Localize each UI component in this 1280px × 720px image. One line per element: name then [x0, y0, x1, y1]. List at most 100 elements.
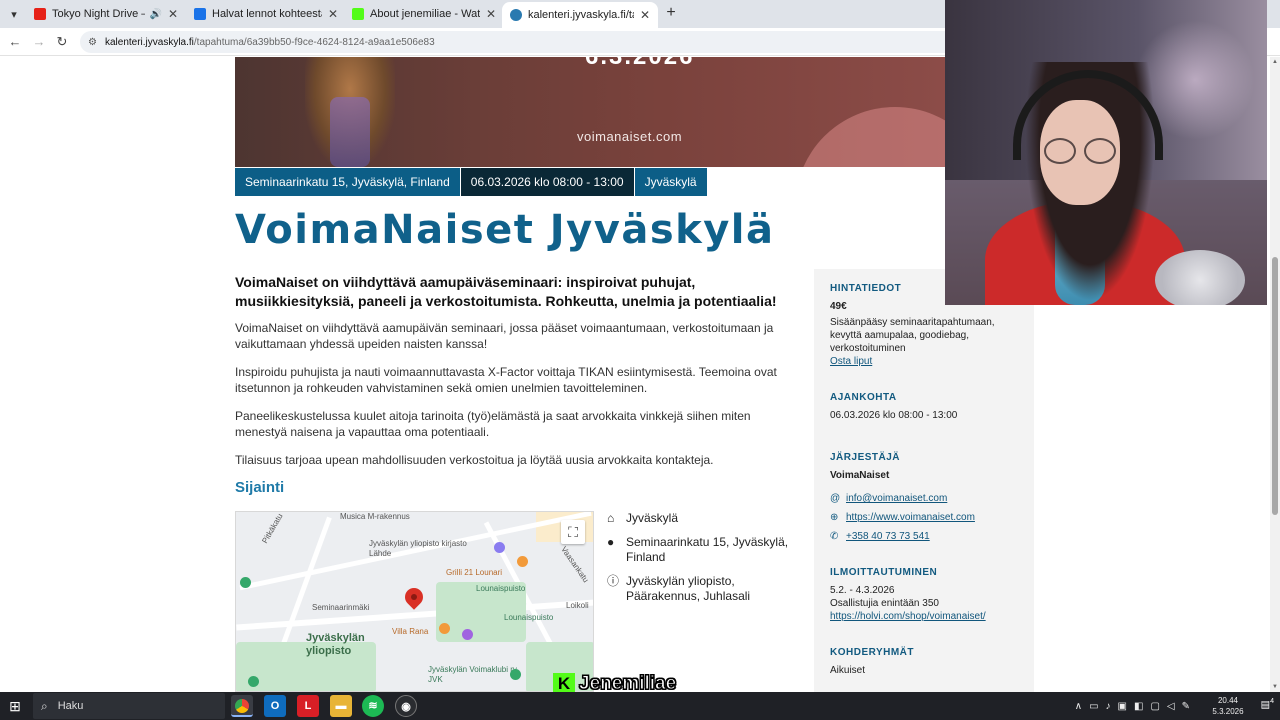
- url-path: /tapahtuma/6a39bb50-f9ce-4624-8124-a9aa1…: [193, 36, 435, 48]
- tab-kick[interactable]: About jenemiliae - Watch Live o ✕: [344, 2, 504, 26]
- scroll-up-icon[interactable]: ▲: [1270, 59, 1280, 65]
- taskbar-search-label: Haku: [57, 700, 84, 712]
- tray-app-icon[interactable]: ◧: [1134, 701, 1143, 712]
- event-meta-chips: Seminaarinkatu 15, Jyväskylä, Finland 06…: [235, 168, 708, 196]
- forward-icon[interactable]: →: [29, 32, 49, 52]
- tab-search-menu-icon[interactable]: ▾: [4, 4, 24, 24]
- tray-app-icon[interactable]: ▣: [1118, 701, 1127, 712]
- location-venue-row: ⓘ Jyväskylän yliopisto, Päärakennus, Juh…: [607, 574, 797, 604]
- page-scrollbar[interactable]: ▲ ▼: [1270, 57, 1280, 692]
- notification-icon[interactable]: ▤4: [1261, 698, 1274, 710]
- tab-title: kalenteri.jyvaskyla.fi/tapahtuma: [528, 9, 634, 21]
- close-tab-icon[interactable]: ✕: [640, 8, 650, 22]
- close-tab-icon[interactable]: ✕: [168, 7, 178, 21]
- close-tab-icon[interactable]: ✕: [328, 7, 338, 21]
- kick-logo: K: [553, 673, 575, 692]
- stream-brand-overlay: K Jenemiliae: [553, 673, 677, 693]
- fullscreen-icon[interactable]: ⛶: [561, 520, 585, 544]
- url-host: kalenteri.jyvaskyla.fi: [104, 36, 194, 48]
- close-tab-icon[interactable]: ✕: [486, 7, 496, 21]
- map-label: Grilli 21 Lounari: [446, 568, 503, 577]
- obs-taskbar-icon[interactable]: ◉: [395, 695, 417, 717]
- map-label: Jyväskylän yliopisto: [306, 632, 365, 657]
- venue-icon[interactable]: [462, 629, 473, 640]
- display-icon[interactable]: ▢: [1150, 701, 1159, 712]
- web-row: ⊕ https://www.voimanaiset.com: [830, 511, 1018, 524]
- outlook-taskbar-icon[interactable]: O: [264, 695, 286, 717]
- datetime-chip: 06.03.2026 klo 08:00 - 13:00: [460, 168, 634, 196]
- restaurant-icon[interactable]: [439, 623, 450, 634]
- app-l-taskbar-icon[interactable]: L: [297, 695, 319, 717]
- map-label: Lounaispuisto: [476, 584, 526, 593]
- microphone-icon[interactable]: ♪: [1106, 701, 1111, 712]
- scrollbar-thumb[interactable]: [1272, 257, 1278, 515]
- clock-date: 5.3.2026: [1212, 707, 1244, 716]
- reload-icon[interactable]: ↻: [52, 32, 72, 52]
- notification-count: 4: [1270, 698, 1274, 705]
- registration-link[interactable]: https://holvi.com/shop/voimanaiset/: [830, 610, 1018, 623]
- chevron-up-icon[interactable]: ∧: [1075, 701, 1082, 712]
- phone-icon: ✆: [830, 531, 839, 542]
- city-chip[interactable]: Jyväskylä: [634, 168, 707, 196]
- home-icon: ⌂: [607, 511, 615, 525]
- site-info-icon[interactable]: ⚙: [88, 37, 97, 48]
- location-pin-icon[interactable]: [401, 584, 427, 610]
- streamer-name: Jenemiliae: [578, 673, 677, 693]
- clock-time: 20.44: [1217, 696, 1239, 705]
- at-icon: @: [830, 493, 841, 504]
- price-description: Sisäänpääsy seminaaritapahtumaan, kevytt…: [830, 317, 995, 354]
- kick-icon: [352, 8, 364, 20]
- location-map[interactable]: Musica M-rakennus Jyväskylän yliopisto k…: [235, 511, 594, 692]
- tab-title: Halvat lennot kohteesta Helsink: [212, 8, 322, 20]
- search-icon: ⌕: [41, 698, 48, 713]
- map-label: Lounaispuisto: [504, 613, 554, 622]
- windows-start-icon[interactable]: ⊞: [6, 697, 24, 715]
- pen-icon[interactable]: ✎: [1182, 701, 1190, 712]
- jyvaskyla-icon: [510, 9, 522, 21]
- location-venue: Jyväskylän yliopisto, Päärakennus, Juhla…: [626, 574, 751, 603]
- globe-icon: ⊕: [830, 512, 839, 523]
- phone-link[interactable]: +358 40 73 73 541: [846, 530, 930, 543]
- back-icon[interactable]: ←: [5, 32, 25, 52]
- buy-tickets-link[interactable]: Osta liput: [830, 355, 1018, 368]
- map-label: Seminaarinmäki: [312, 603, 370, 612]
- map-label: Vaasankatu: [559, 544, 591, 585]
- flights-icon: [194, 8, 206, 20]
- system-tray: ∧ ▭ ♪ ▣ ◧ ▢ ◁ ✎: [1068, 692, 1190, 720]
- location-details: ⌂ Jyväskylä ● Seminaarinkatu 15, Jyväsky…: [607, 511, 797, 613]
- hero-banner: 6.3.2026 voimanaiset.com: [235, 57, 945, 167]
- event-paragraph: Inspiroidu puhujista ja nauti voimaannut…: [235, 365, 777, 395]
- system-clock[interactable]: 20.44 5.3.2026: [1208, 695, 1248, 717]
- registration-dates: 5.2. - 4.3.2026: [830, 585, 895, 596]
- tab-title: Tokyo Night Drive – Lofi, Ci: [52, 8, 145, 20]
- park-icon[interactable]: [248, 676, 259, 687]
- event-sidebar: HINTATIEDOT 49€ Sisäänpääsy seminaaritap…: [814, 269, 1034, 692]
- gym-icon[interactable]: [510, 669, 521, 680]
- event-title: VoimaNaiset Jyväskylä: [235, 207, 775, 253]
- hero-site-text: voimanaiset.com: [577, 129, 683, 144]
- spotify-taskbar-icon[interactable]: ≋: [362, 695, 384, 717]
- map-label: Pitkäkatu: [260, 512, 285, 545]
- audience-value: Aikuiset: [830, 665, 866, 676]
- volume-icon[interactable]: ◁: [1167, 701, 1175, 712]
- taskbar-search[interactable]: ⌕ Haku: [33, 693, 225, 719]
- network-icon[interactable]: ▭: [1089, 701, 1098, 712]
- parking-icon[interactable]: [494, 542, 505, 553]
- tab-flights[interactable]: Halvat lennot kohteesta Helsink ✕: [186, 2, 346, 26]
- tab-kalenteri[interactable]: kalenteri.jyvaskyla.fi/tapahtuma ✕: [502, 2, 658, 28]
- website-link[interactable]: https://www.voimanaiset.com: [846, 511, 975, 524]
- email-link[interactable]: info@voimanaiset.com: [846, 492, 947, 505]
- new-tab-button[interactable]: +: [662, 4, 680, 22]
- hero-dress-shape: [330, 97, 370, 167]
- scroll-down-icon[interactable]: ▼: [1270, 684, 1280, 690]
- file-explorer-taskbar-icon[interactable]: ▬: [330, 695, 352, 717]
- chrome-taskbar-icon[interactable]: [231, 695, 253, 717]
- tab-youtube[interactable]: Tokyo Night Drive – Lofi, Ci 🔊 ✕: [26, 2, 186, 26]
- event-lead: VoimaNaiset on viihdyttävä aamupäiväsemi…: [235, 274, 777, 309]
- info-icon: ⓘ: [607, 574, 620, 588]
- restaurant-icon[interactable]: [517, 556, 528, 567]
- park-icon[interactable]: [240, 577, 251, 588]
- hero-date: 6.3.2026: [585, 57, 694, 71]
- map-label: Villa Rana: [392, 627, 429, 636]
- speaker-icon[interactable]: 🔊: [149, 9, 161, 20]
